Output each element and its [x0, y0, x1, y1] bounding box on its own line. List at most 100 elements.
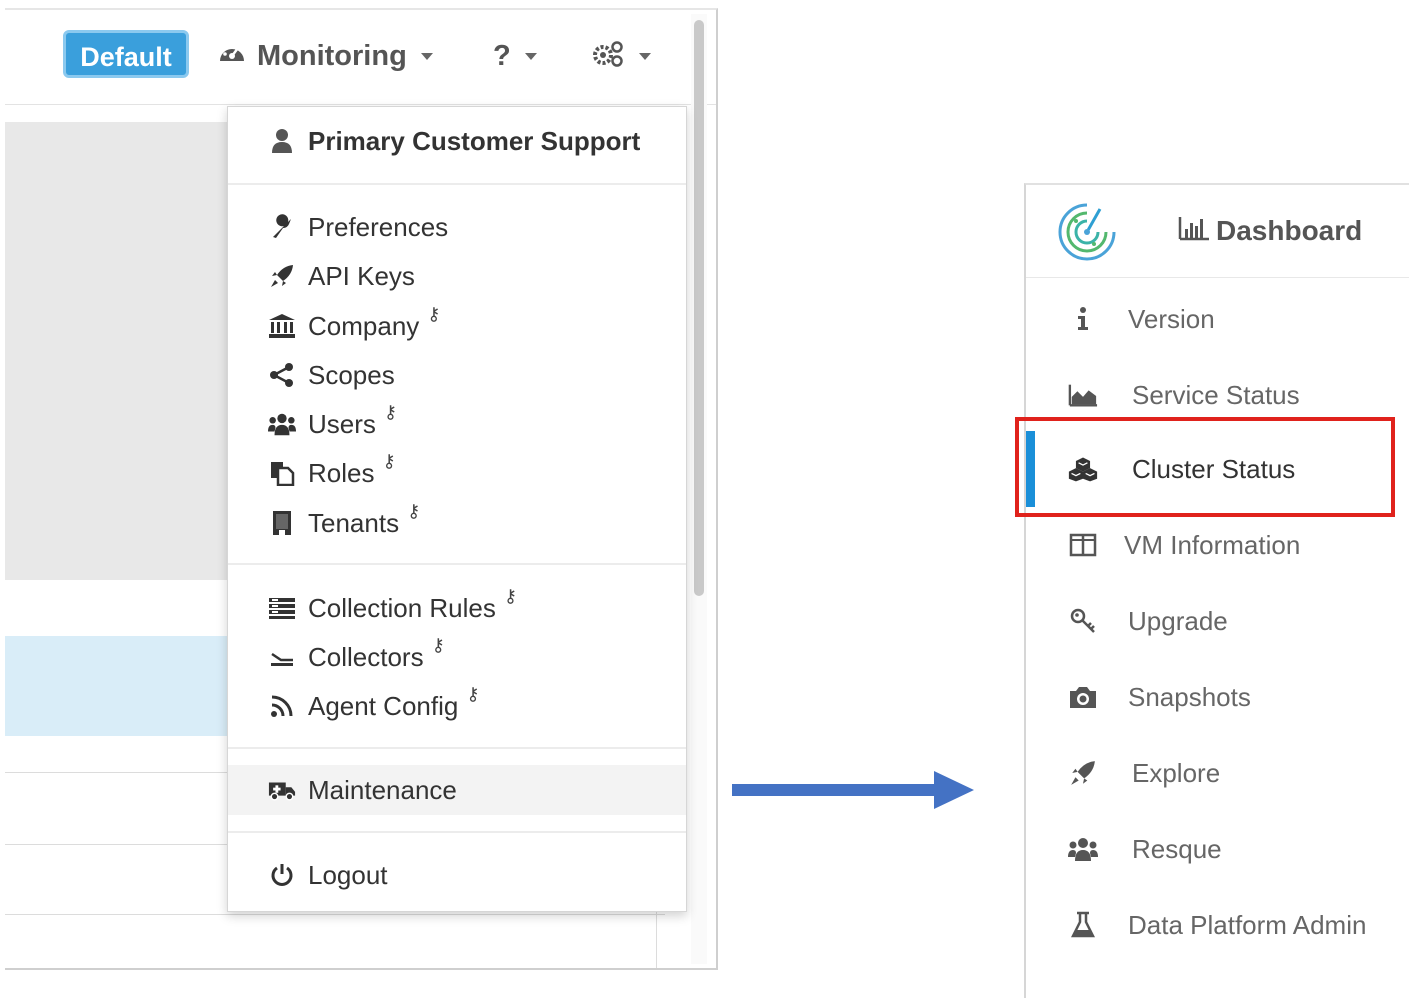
- sidebar-title-text: Dashboard: [1216, 215, 1363, 246]
- sidebar-item-upgrade[interactable]: Upgrade: [1026, 591, 1409, 651]
- menu-item-label: Maintenance: [308, 774, 457, 805]
- sidebar-item-snapshots[interactable]: Snapshots: [1026, 667, 1409, 727]
- users-icon: [1068, 834, 1098, 864]
- collector-icon: [268, 643, 296, 671]
- menu-item-company[interactable]: Company ⚷: [268, 304, 441, 346]
- dashboard-icon: [217, 39, 247, 73]
- sidebar-item-label: Version: [1128, 303, 1215, 334]
- menu-divider: [228, 563, 686, 565]
- user-icon: [268, 127, 296, 155]
- monitoring-label: Monitoring: [257, 39, 407, 72]
- sidebar-item-label: Explore: [1132, 757, 1221, 788]
- menu-item-users[interactable]: Users ⚷: [268, 402, 398, 444]
- list-icon: [268, 594, 296, 622]
- menu-item-agent-config[interactable]: Agent Config ⚷: [268, 684, 480, 726]
- menu-item-label: Collectors: [308, 641, 424, 672]
- user-dropdown-menu: Primary Customer Support Preferences API…: [227, 106, 687, 912]
- menu-item-label: Scopes: [308, 359, 395, 390]
- menu-item-label: Preferences: [308, 211, 449, 242]
- menu-item-label: Collection Rules: [308, 592, 496, 623]
- menu-divider: [228, 183, 686, 185]
- sidebar-item-label: Upgrade: [1128, 605, 1228, 636]
- menu-item-collectors[interactable]: Collectors ⚷: [268, 635, 445, 677]
- content-row-selected: [5, 636, 235, 736]
- copy-icon: [268, 459, 296, 487]
- chevron-down-icon: [639, 52, 651, 60]
- menu-item-scopes[interactable]: Scopes: [268, 355, 395, 395]
- sidebar-item-label: Snapshots: [1128, 681, 1251, 712]
- sidebar-item-vm-information[interactable]: VM Information: [1026, 515, 1409, 575]
- ambulance-icon: [268, 776, 296, 804]
- menu-item-logout[interactable]: Logout: [268, 855, 388, 895]
- info-icon: [1068, 304, 1098, 334]
- sidebar-item-explore[interactable]: Explore: [1026, 743, 1409, 803]
- building-icon: [268, 509, 296, 537]
- transition-arrow: [732, 768, 976, 812]
- menu-item-collection-rules[interactable]: Collection Rules ⚷: [268, 586, 518, 628]
- menu-item-api-keys[interactable]: API Keys: [268, 256, 415, 296]
- menu-item-maintenance[interactable]: Maintenance: [268, 770, 457, 810]
- settings-menu[interactable]: [591, 36, 651, 76]
- dashboard-sidebar: Dashboard Version Service Status Cluster…: [1024, 183, 1409, 998]
- scrollbar[interactable]: [691, 14, 707, 964]
- sidebar-item-version[interactable]: Version: [1026, 289, 1409, 349]
- sidebar-item-service-status[interactable]: Service Status: [1026, 365, 1409, 425]
- monitoring-menu[interactable]: Monitoring: [217, 36, 433, 76]
- gears-icon: [591, 39, 625, 74]
- rss-icon: [268, 692, 296, 720]
- scroll-thumb[interactable]: [694, 20, 704, 596]
- key-icon: ⚷: [427, 304, 441, 324]
- menu-item-label: Roles: [308, 457, 375, 488]
- flask-icon: [1068, 910, 1098, 940]
- menu-item-label: Tenants: [308, 507, 400, 538]
- users-icon: [268, 410, 296, 438]
- menu-item-label: Company: [308, 310, 420, 341]
- menu-header-user: Primary Customer Support: [268, 121, 640, 161]
- help-menu[interactable]: ?: [493, 36, 537, 76]
- menu-item-tenants[interactable]: Tenants ⚷: [268, 501, 421, 543]
- key-icon: ⚷: [382, 451, 396, 471]
- sidebar-item-data-platform-admin[interactable]: Data Platform Admin: [1026, 895, 1409, 955]
- user-name: Primary Customer Support: [308, 125, 641, 156]
- help-label: ?: [493, 39, 511, 72]
- menu-item-roles[interactable]: Roles ⚷: [268, 451, 396, 493]
- content-area-gray: [5, 122, 235, 580]
- key-icon: [1068, 606, 1098, 636]
- sidebar-title: Dashboard: [1178, 211, 1362, 251]
- menu-divider: [228, 831, 686, 833]
- menu-item-label: Logout: [308, 859, 388, 890]
- key-icon: ⚷: [503, 586, 518, 606]
- share-icon: [268, 361, 296, 389]
- key-icon: ⚷: [407, 501, 421, 521]
- menu-item-label: API Keys: [308, 260, 415, 291]
- power-icon: [268, 861, 296, 889]
- highlight-annotation-box: [1015, 417, 1395, 517]
- key-icon: ⚷: [431, 635, 445, 655]
- wrench-icon: [268, 213, 296, 241]
- rocket-icon: [1068, 758, 1098, 788]
- sidebar-item-resque[interactable]: Resque: [1026, 819, 1409, 879]
- sidebar-header: Dashboard: [1026, 185, 1409, 278]
- chevron-down-icon: [420, 52, 433, 60]
- divider: [5, 914, 665, 915]
- key-icon: ⚷: [383, 402, 398, 422]
- sidebar-item-label: Resque: [1132, 833, 1222, 864]
- sidebar-item-label: Service Status: [1132, 379, 1300, 410]
- sidebar-item-label: Data Platform Admin: [1128, 909, 1367, 940]
- radar-logo-icon: [1054, 199, 1120, 265]
- menu-divider: [228, 747, 686, 749]
- menu-item-preferences[interactable]: Preferences: [268, 207, 448, 247]
- top-navbar: Default Monitoring ?: [5, 10, 716, 105]
- menu-item-label: Users: [308, 408, 376, 439]
- default-scope-button[interactable]: Default: [63, 30, 189, 78]
- sidebar-item-label: VM Information: [1124, 529, 1301, 560]
- rocket-icon: [268, 262, 296, 290]
- app-window: Default Monitoring ? Primary Customer Su…: [5, 8, 718, 970]
- area-chart-icon: [1068, 380, 1098, 410]
- camera-icon: [1068, 682, 1098, 712]
- key-icon: ⚷: [466, 684, 480, 704]
- bank-icon: [268, 312, 296, 340]
- columns-icon: [1068, 530, 1098, 560]
- menu-item-label: Agent Config: [308, 690, 459, 721]
- chevron-down-icon: [524, 52, 537, 60]
